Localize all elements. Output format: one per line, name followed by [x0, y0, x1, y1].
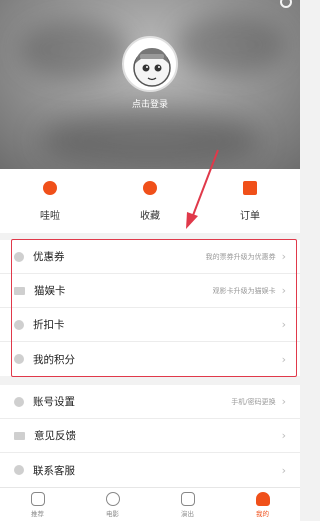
quick-action-label: 哇啦 — [40, 210, 60, 222]
chevron-right-icon: › — [281, 250, 286, 263]
quick-action-orders[interactable]: 订单 — [210, 180, 290, 222]
chevron-right-icon: › — [281, 352, 286, 366]
film-reel-icon — [105, 491, 120, 506]
login-link[interactable]: 点击登录 — [0, 97, 300, 110]
card-icon — [14, 286, 25, 295]
points-icon — [14, 354, 24, 364]
menu-item-account-settings[interactable]: 账号设置 手机/密码更换 › — [0, 385, 300, 419]
bottom-tabbar: 推荐 电影 演出 我的 — [0, 487, 300, 521]
menu-item-hint: 手机/密码更换 — [231, 397, 276, 406]
menu-item-points[interactable]: 我的积分 › — [0, 342, 300, 376]
menu-item-hint: 观影卡升级为猫娱卡 — [212, 286, 276, 295]
chevron-right-icon: › — [281, 463, 286, 477]
menu-item-coupons[interactable]: 优惠券 我的票券升级为优惠券 › — [0, 240, 300, 274]
menu-item-label: 意见反馈 — [34, 430, 76, 442]
header-background — [20, 20, 130, 80]
tag-icon — [14, 251, 24, 262]
tab-label: 推荐 — [31, 509, 44, 518]
avatar[interactable] — [122, 36, 178, 92]
service-icon — [14, 465, 24, 475]
menu-item-label: 联系客服 — [33, 464, 75, 477]
ticket-icon — [180, 491, 195, 506]
chevron-right-icon: › — [281, 284, 286, 297]
avatar-cartoon-icon — [133, 48, 171, 87]
recommend-icon — [30, 491, 45, 506]
tab-movies[interactable]: 电影 — [83, 491, 143, 518]
tab-recommend[interactable]: 推荐 — [8, 491, 68, 518]
user-icon — [255, 491, 270, 506]
menu-item-label: 账号设置 — [33, 396, 75, 408]
order-icon — [243, 180, 257, 195]
tab-mine[interactable]: 我的 — [233, 491, 293, 518]
location-icon — [14, 396, 24, 407]
menu-item-label: 我的积分 — [33, 353, 75, 366]
menu-item-label: 优惠券 — [33, 251, 65, 263]
tab-shows[interactable]: 演出 — [158, 491, 218, 518]
chevron-right-icon: › — [281, 395, 286, 408]
menu-item-feedback[interactable]: 意见反馈 › — [0, 419, 300, 453]
menu-item-customer-service[interactable]: 联系客服 › — [0, 453, 300, 487]
chevron-right-icon: › — [281, 429, 286, 442]
menu-item-label: 折扣卡 — [33, 319, 65, 331]
menu-item-maoyu-card[interactable]: 猫娱卡 观影卡升级为猫娱卡 › — [0, 274, 300, 308]
menu-item-discount-card[interactable]: 折扣卡 › — [0, 308, 300, 342]
settings-icon[interactable] — [280, 0, 292, 8]
profile-header: 点击登录 — [0, 0, 300, 169]
quick-action-wala[interactable]: 哇啦 — [10, 180, 90, 222]
tab-label: 电影 — [106, 509, 119, 518]
menu-item-hint: 我的票券升级为优惠券 — [205, 252, 276, 261]
header-background — [40, 110, 260, 169]
eye-icon — [143, 180, 157, 195]
wallet-menu: 优惠券 我的票券升级为优惠券 › 猫娱卡 观影卡升级为猫娱卡 › 折扣卡 › 我… — [0, 240, 300, 376]
quick-action-label: 收藏 — [140, 210, 160, 222]
header-background — [175, 15, 285, 75]
settings-menu: 账号设置 手机/密码更换 › 意见反馈 › 联系客服 › — [0, 385, 300, 487]
tab-label: 我的 — [256, 509, 269, 518]
menu-item-label: 猫娱卡 — [34, 285, 66, 297]
quick-actions: 哇啦 收藏 订单 — [0, 169, 300, 233]
quick-action-label: 订单 — [240, 210, 260, 222]
feedback-icon — [14, 431, 25, 440]
tab-label: 演出 — [181, 509, 194, 518]
chevron-right-icon: › — [281, 318, 286, 331]
chat-bubble-icon — [43, 180, 57, 195]
quick-action-favorites[interactable]: 收藏 — [110, 180, 190, 222]
discount-icon — [14, 319, 24, 330]
